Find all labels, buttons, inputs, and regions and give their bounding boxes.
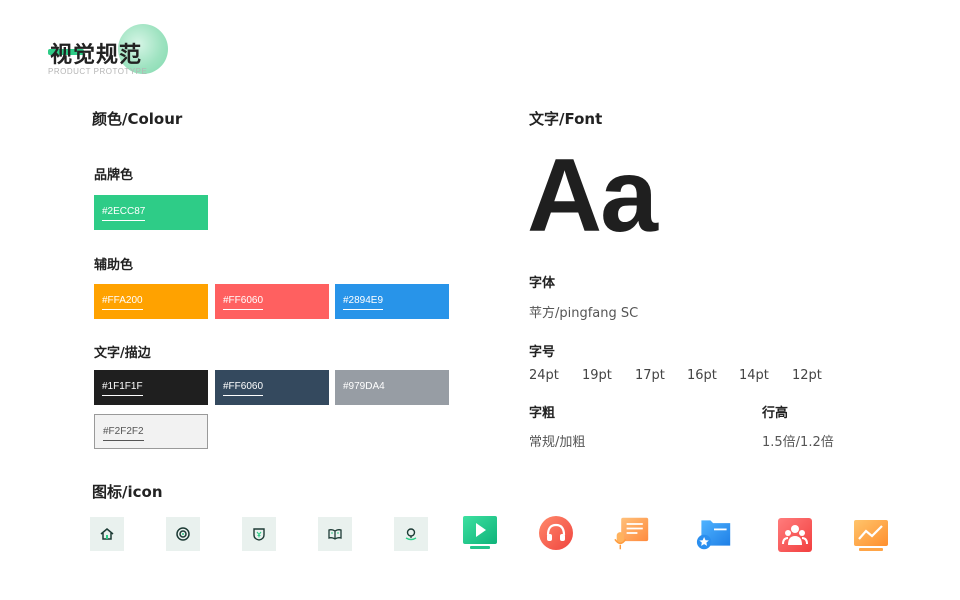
font-size-17: 17pt: [635, 368, 665, 383]
page-subtitle: PRODUCT PROTOTYPE: [48, 67, 148, 76]
assist-swatch-blue: #2894E9: [335, 284, 449, 319]
home-icon: [90, 517, 124, 551]
notes-microphone-icon: [614, 515, 650, 551]
text-swatch-light: #F2F2F2: [94, 414, 208, 449]
headphones-icon: [538, 515, 574, 551]
location-icon: [394, 517, 428, 551]
video-play-icon: [462, 515, 498, 551]
folder-star-icon: [696, 515, 732, 551]
team-icon: [777, 517, 813, 553]
font-size-12: 12pt: [792, 368, 822, 383]
icon-section-title: 图标/icon: [92, 483, 163, 501]
brand-swatch-green: #2ECC87: [94, 195, 208, 230]
assist-swatch-orange: #FFA200: [94, 284, 208, 319]
chart-trend-icon: [853, 517, 889, 553]
swatch-hex: #2ECC87: [102, 206, 146, 221]
colour-section-title: 颜色/Colour: [92, 110, 183, 128]
swatch-hex: #FF6060: [223, 295, 264, 310]
font-section-title: 文字/Font: [529, 110, 603, 128]
line-height-value: 1.5倍/1.2倍: [762, 435, 834, 450]
swatch-hex: #2894E9: [343, 295, 384, 310]
font-weight-label: 字粗: [529, 406, 556, 421]
shield-yen-icon: [242, 517, 276, 551]
font-family-label: 字体: [529, 276, 556, 291]
swatch-hex: #1F1F1F: [102, 381, 143, 396]
font-sample: Aa: [527, 138, 658, 254]
text-colour-label: 文字/描边: [94, 346, 151, 361]
assist-swatch-red: #FF6060: [215, 284, 329, 319]
font-size-16: 16pt: [687, 368, 717, 383]
line-height-label: 行高: [762, 406, 789, 421]
text-swatch-slate: #FF6060: [215, 370, 329, 405]
brand-colour-label: 品牌色: [94, 168, 134, 183]
font-size-24: 24pt: [529, 368, 559, 383]
page-title: 视觉规范: [50, 43, 143, 68]
target-icon: [166, 517, 200, 551]
swatch-hex: #FFA200: [102, 295, 143, 310]
font-size-19: 19pt: [582, 368, 612, 383]
swatch-hex: #979DA4: [343, 381, 385, 392]
font-family-value: 苹方/pingfang SC: [529, 306, 639, 321]
swatch-hex: #FF6060: [223, 381, 264, 396]
book-icon: [318, 517, 352, 551]
assist-colour-label: 辅助色: [94, 258, 134, 273]
font-size-14: 14pt: [739, 368, 769, 383]
font-size-label: 字号: [529, 345, 556, 360]
swatch-hex: #F2F2F2: [103, 426, 144, 441]
text-swatch-gray: #979DA4: [335, 370, 449, 405]
font-weight-value: 常规/加粗: [529, 435, 586, 450]
text-swatch-black: #1F1F1F: [94, 370, 208, 405]
